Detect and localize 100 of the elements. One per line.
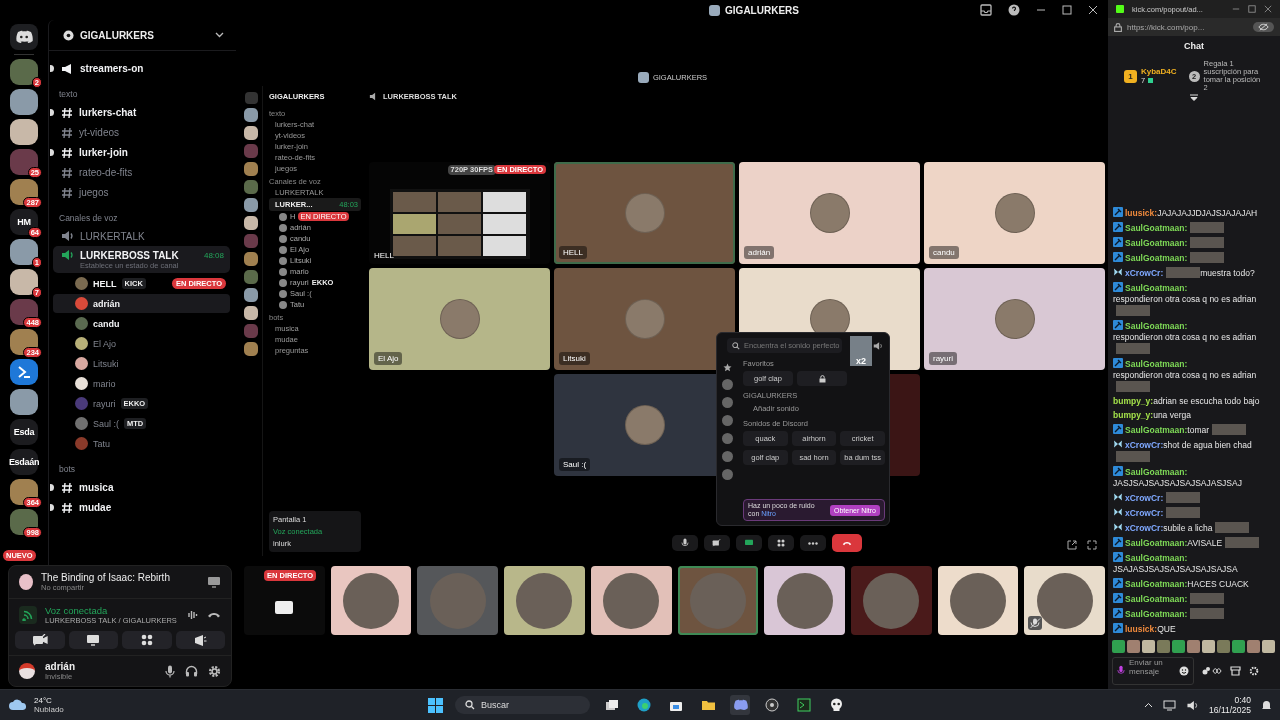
- inbox-icon[interactable]: [980, 4, 992, 16]
- screen-share-button[interactable]: [68, 631, 118, 649]
- server-icon[interactable]: [244, 198, 258, 212]
- server-icon[interactable]: [10, 389, 38, 415]
- server-icon[interactable]: Esda: [10, 419, 38, 445]
- screen-share-icon[interactable]: [207, 576, 221, 588]
- server-icon[interactable]: [10, 179, 38, 205]
- camera-off-button[interactable]: [704, 535, 730, 551]
- server-icon[interactable]: [244, 216, 258, 230]
- chat-username[interactable]: SaulGoatmaan:: [1125, 609, 1188, 619]
- windows-start-icon[interactable]: [428, 697, 443, 713]
- category-header[interactable]: texto: [53, 79, 78, 102]
- server-icon[interactable]: Esdaán: [10, 449, 38, 475]
- avatar-icon[interactable]: [19, 663, 35, 679]
- camera-off-button[interactable]: [15, 631, 65, 649]
- voice-member[interactable]: candu: [53, 314, 230, 333]
- channel-item[interactable]: streamers-on: [53, 59, 230, 78]
- server-icon[interactable]: [10, 89, 38, 115]
- fullscreen-icon[interactable]: [1087, 540, 1097, 550]
- server-icon[interactable]: [10, 119, 38, 145]
- voice-member[interactable]: adrián: [53, 294, 230, 313]
- chat-username[interactable]: SaulGoatmaan:: [1125, 359, 1188, 369]
- participant-tile[interactable]: [504, 566, 585, 635]
- participant-tile[interactable]: Litsuki: [554, 268, 735, 370]
- chat-username[interactable]: SaulGoatmaan:: [1125, 579, 1188, 589]
- maximize-icon[interactable]: [1062, 5, 1072, 15]
- server-icon[interactable]: [244, 288, 258, 302]
- discord-app-icon[interactable]: [730, 695, 750, 715]
- participant-tile[interactable]: [417, 566, 499, 635]
- maximize-icon[interactable]: [1248, 5, 1256, 13]
- channel-item[interactable]: lurker-join: [53, 143, 230, 162]
- server-icon[interactable]: [10, 359, 38, 385]
- chat-username[interactable]: xCrowCr:: [1125, 440, 1164, 450]
- channel-item[interactable]: musica: [53, 478, 230, 497]
- channel-item[interactable]: mudae: [53, 498, 230, 517]
- close-icon[interactable]: [1264, 5, 1272, 13]
- channel-item[interactable]: yt-videos: [53, 123, 230, 142]
- message-input[interactable]: Enviar un mensaje: [1112, 657, 1194, 685]
- participant-tile[interactable]: [850, 566, 932, 635]
- participant-tile[interactable]: [330, 566, 412, 635]
- popout-icon[interactable]: [1067, 540, 1077, 550]
- microphone-icon[interactable]: [165, 664, 175, 678]
- voice-member[interactable]: El Ajo: [53, 334, 230, 353]
- chat-username[interactable]: SaulGoatmaan:: [1125, 594, 1188, 604]
- hidden-eye-icon[interactable]: [1253, 22, 1274, 32]
- participant-tile[interactable]: El Ajo: [369, 268, 550, 370]
- microphone-button[interactable]: [672, 535, 698, 551]
- collapse-icon[interactable]: [1189, 94, 1199, 101]
- chat-username[interactable]: xCrowCr:: [1125, 268, 1164, 278]
- chat-username[interactable]: xCrowCr:: [1125, 493, 1164, 503]
- chat-username[interactable]: bumpy_y:: [1113, 396, 1154, 406]
- participant-tile[interactable]: adrián: [739, 162, 920, 264]
- star-icon[interactable]: [722, 363, 732, 372]
- voice-member[interactable]: Tatu: [53, 434, 230, 453]
- participant-tile[interactable]: [677, 566, 759, 635]
- home-button[interactable]: [10, 24, 38, 50]
- activities-button[interactable]: [768, 535, 794, 551]
- network-icon[interactable]: [1163, 699, 1177, 711]
- notification-bell-icon[interactable]: [1261, 699, 1272, 711]
- chat-username[interactable]: SaulGoatmaan:: [1125, 223, 1188, 233]
- store-icon[interactable]: [1230, 666, 1241, 676]
- disconnect-icon[interactable]: [207, 610, 221, 620]
- chevron-up-icon[interactable]: [1144, 702, 1154, 708]
- server-icon[interactable]: [244, 306, 258, 320]
- settings-icon[interactable]: [208, 664, 221, 678]
- server-icon[interactable]: [244, 108, 258, 122]
- settings-icon[interactable]: [1249, 666, 1259, 676]
- taskbar-search[interactable]: Buscar: [455, 696, 590, 714]
- chat-username[interactable]: SaulGoatmaan:: [1125, 321, 1188, 331]
- chat-username[interactable]: xCrowCr:: [1125, 508, 1164, 518]
- channel-item[interactable]: rateo-de-fits: [53, 163, 230, 182]
- soundboard-button[interactable]: [175, 631, 225, 649]
- volume-icon[interactable]: [1186, 699, 1200, 711]
- chat-username[interactable]: SaulGoatmaan:: [1125, 425, 1188, 435]
- chat-username[interactable]: SaulGoatmaan:: [1125, 467, 1188, 477]
- close-icon[interactable]: [1088, 5, 1098, 15]
- chat-username[interactable]: SaulGoatmaan:: [1125, 283, 1188, 293]
- terminal-icon[interactable]: [794, 695, 814, 715]
- channel-item[interactable]: juegos: [53, 183, 230, 202]
- category-header[interactable]: Canales de voz: [53, 203, 118, 226]
- voice-channel[interactable]: LURKERTALK: [53, 227, 230, 245]
- recorder-icon[interactable]: [762, 695, 782, 715]
- emoji-icon[interactable]: [1179, 666, 1189, 676]
- chat-username[interactable]: SaulGoatmaan:: [1125, 238, 1188, 248]
- server-icon[interactable]: [10, 509, 38, 535]
- server-icon[interactable]: [10, 239, 38, 265]
- volume-icon[interactable]: [873, 340, 883, 351]
- participant-tile[interactable]: [937, 566, 1019, 635]
- participant-tile[interactable]: candu: [924, 162, 1105, 264]
- activities-button[interactable]: [122, 631, 172, 649]
- participant-tile[interactable]: [764, 566, 845, 635]
- participant-tile[interactable]: [1024, 566, 1106, 635]
- voice-member[interactable]: mario: [53, 374, 230, 393]
- server-icon[interactable]: [244, 126, 258, 140]
- participant-tile[interactable]: HELL: [554, 162, 735, 264]
- chat-username[interactable]: luusick:: [1125, 208, 1158, 218]
- server-icon[interactable]: [10, 479, 38, 505]
- server-icon[interactable]: [10, 149, 38, 175]
- headphones-icon[interactable]: [185, 665, 198, 677]
- hang-up-button[interactable]: [832, 534, 862, 552]
